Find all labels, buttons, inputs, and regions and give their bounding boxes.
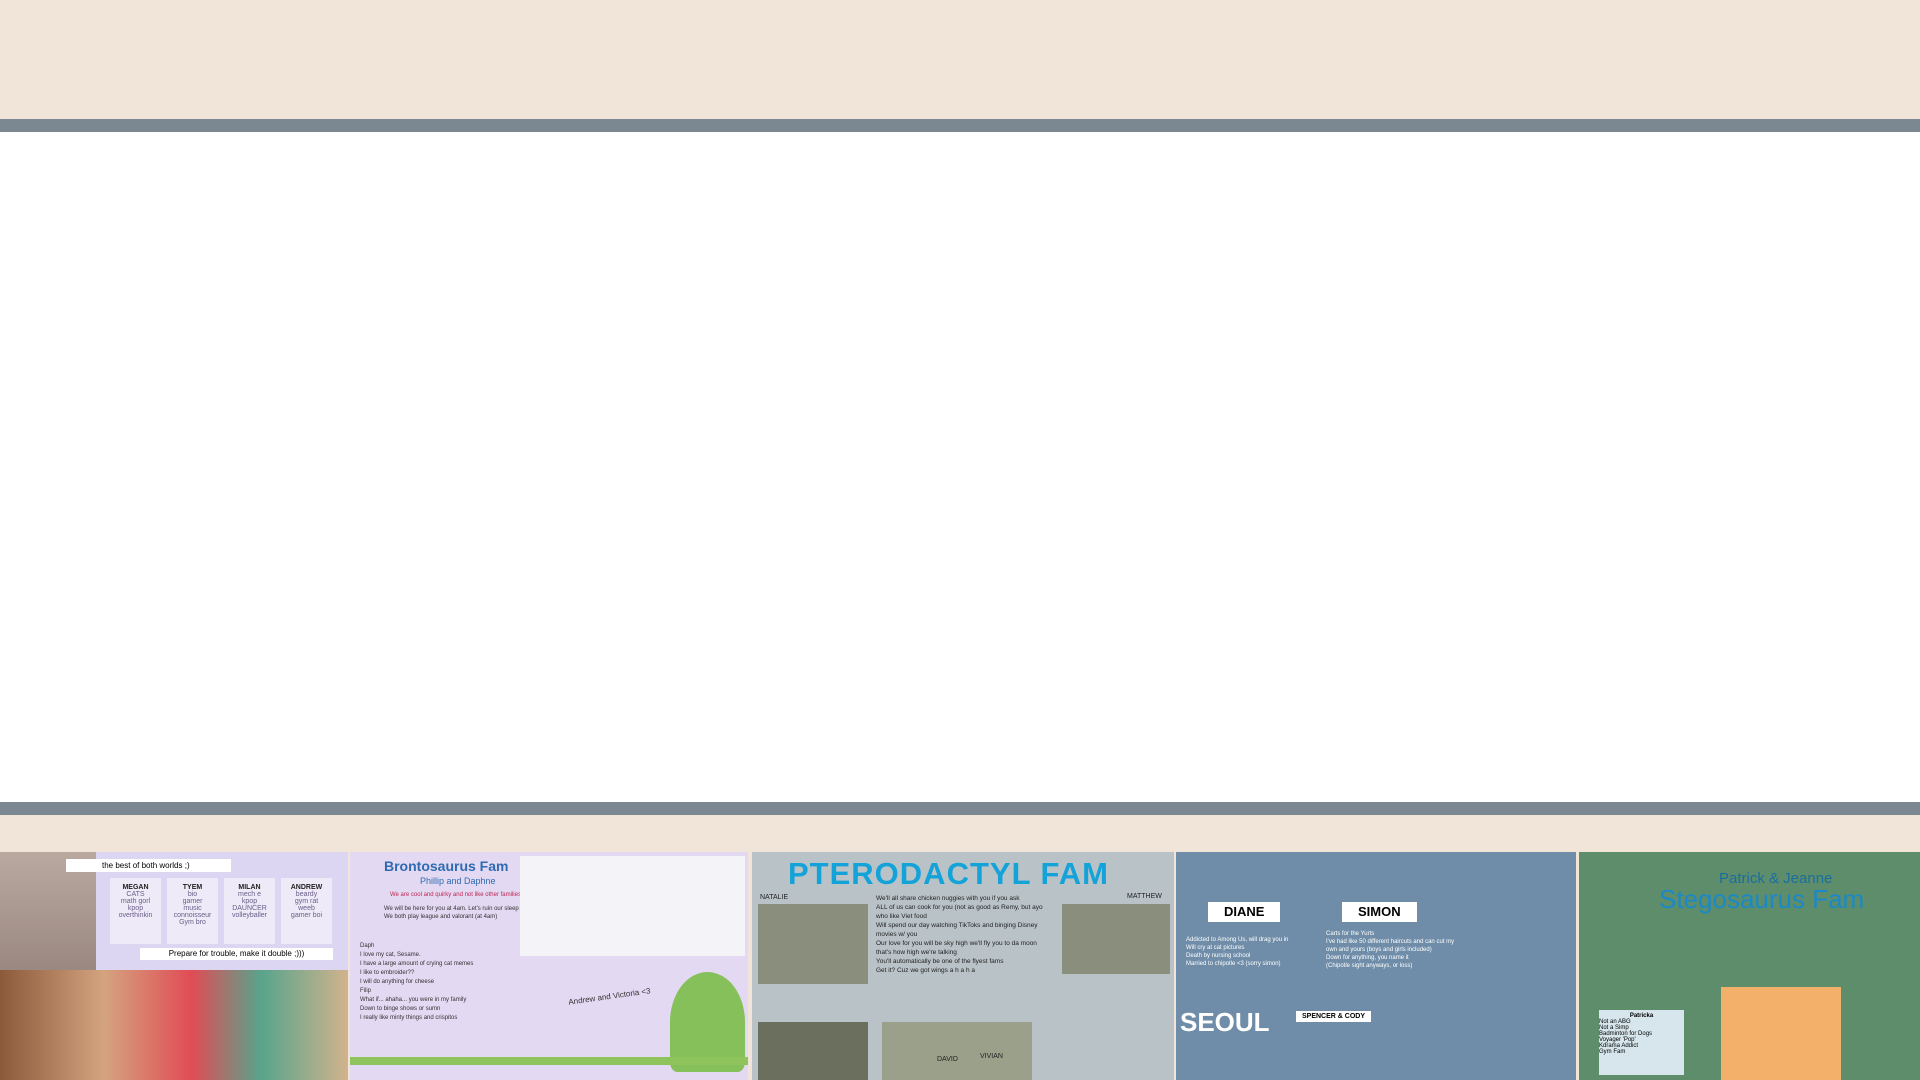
body-line: Get it? Cuz we got wings a h a h a (876, 967, 975, 974)
name-label: SIMON (1342, 902, 1417, 922)
top-divider (0, 119, 1920, 132)
slide-thumbnail-5[interactable]: Patrick & Jeanne Stegosaurus Fam Patrick… (1579, 852, 1920, 1080)
body-line: We'll all share chicken nuggies with you… (876, 895, 1020, 902)
note-line: What if... ahaha... you were in my famil… (360, 997, 467, 1003)
bio-line: Married to chipotle <3 (sorry simon) (1186, 961, 1281, 967)
stegosaurus-photo (1721, 987, 1841, 1080)
bio-line: Down for anything, you name it (1326, 955, 1409, 961)
slide-thumbnail-3[interactable]: PTERODACTYL FAM NATALIE MATTHEW We'll al… (752, 852, 1174, 1080)
group-photo (0, 970, 348, 1080)
member-trait: math gorl (120, 898, 151, 905)
note-line: I really like minty things and crispitos (360, 1015, 458, 1021)
note-line: Daph (360, 943, 375, 949)
slide-caption: Andrew and Victoria <3 (567, 986, 652, 1007)
member-name: TYEM (182, 884, 203, 891)
note-line: Down to binge shows or sumn (360, 1006, 441, 1012)
slide-notes: Daph I love my cat, Sesame. I have a lar… (360, 942, 473, 1023)
slide-body: We'll all share chicken nuggies with you… (876, 894, 1046, 975)
slide-thumbnail-1[interactable]: the best of both worlds ;) MEGAN CATS ma… (0, 852, 348, 1080)
slide-tagline: the best of both worlds ;) (66, 859, 231, 872)
bio-line: Carts for the Yurts (1326, 931, 1375, 937)
slide-subtitle: Phillip and Daphne (420, 876, 496, 886)
member-trait: gym rat (294, 898, 319, 905)
member-trait: gamer boi (290, 912, 323, 919)
member-trait: kpop (241, 898, 258, 905)
slide-filmstrip: the best of both worlds ;) MEGAN CATS ma… (0, 852, 1920, 1080)
name-label: MATTHEW (1127, 893, 1162, 900)
member-cards: MEGAN CATS math gorl kpop overthinkin TY… (110, 878, 332, 944)
grass-band (350, 1057, 748, 1065)
name-label: VIVIAN (980, 1053, 1003, 1060)
note-line: I have a large amount of crying cat meme… (360, 961, 474, 967)
member-card: MILAN mech e kpop DAUNCER volleyballer (224, 878, 275, 944)
member-trait: overthinkin (118, 912, 153, 919)
bio-line: Addicted to Among Us, will drag you in (1186, 937, 1289, 943)
photo (1062, 904, 1170, 974)
bio-text: Addicted to Among Us, will drag you in W… (1186, 936, 1288, 968)
bottom-divider (0, 802, 1920, 815)
name-label: DAVID (937, 1056, 958, 1063)
slide-thumbnail-2[interactable]: Brontosaurus Fam Phillip and Daphne We a… (350, 852, 748, 1080)
info-card: Patricka Not an ABG Not a Simp Badminton… (1599, 1010, 1684, 1075)
body-line: Our love for you will be sky high we'll … (876, 940, 1037, 956)
photo (882, 1022, 1032, 1080)
card-item: Gym Fam (1599, 1049, 1626, 1055)
name-label: DIANE (1208, 902, 1281, 922)
member-trait: Gym bro (179, 919, 206, 926)
member-trait: mech e (238, 891, 261, 898)
photo (758, 904, 868, 984)
member-trait: volleyballer (231, 912, 268, 919)
top-band (0, 0, 1920, 119)
member-name: ANDREW (290, 884, 323, 891)
slide-motto: Prepare for trouble, make it double ;))) (140, 948, 333, 960)
body-line: You'll automatically be one of the flyes… (876, 958, 1004, 965)
member-trait: connoisseur (173, 912, 212, 919)
slide-text: We are cool and quirky and not like othe… (390, 892, 521, 898)
body-line: ALL of us can cook for you (not as good … (876, 904, 1043, 920)
note-line: I will do anything for cheese (360, 979, 435, 985)
member-card: ANDREW beardy gym rat weeb gamer boi (281, 878, 332, 944)
note-line: Filip (360, 988, 372, 994)
bio-line: Death by nursing school (1186, 953, 1251, 959)
member-card: MEGAN CATS math gorl kpop overthinkin (110, 878, 161, 944)
seoul-label: SEOUL (1180, 1007, 1270, 1037)
bio-line: I've had like 50 different haircuts and … (1326, 939, 1455, 953)
member-trait: CATS (126, 891, 145, 898)
dinosaur-illustration (520, 856, 745, 956)
bio-line: Will cry at cat pictures (1186, 945, 1245, 951)
slide-text: We both play league and valorant (at 4am… (384, 914, 498, 920)
member-name: MILAN (238, 884, 261, 891)
slide-title: PTERODACTYL FAM (788, 856, 1109, 891)
note-line: I like to embroider?? (360, 970, 415, 976)
member-trait: weeb (298, 905, 315, 912)
member-trait: beardy (295, 891, 318, 898)
member-trait: kpop (127, 905, 144, 912)
name-label: SPENCER & CODY (1296, 1011, 1372, 1022)
member-trait: DAUNCER (232, 905, 267, 912)
photo (758, 1022, 868, 1080)
member-trait: gamer (182, 898, 203, 905)
bio-text: Carts for the Yurts I've had like 50 dif… (1326, 930, 1456, 970)
body-line: Will spend our day watching TikToks and … (876, 922, 1038, 938)
bio-line: (Chipotle sight anyways, or loss) (1326, 963, 1413, 969)
name-label: NATALIE (760, 894, 789, 901)
member-trait: music (183, 905, 202, 912)
blank-content-area (0, 132, 1920, 802)
member-card: TYEM bio gamer music connoisseur Gym bro (167, 878, 218, 944)
slide-title: Brontosaurus Fam (384, 858, 509, 874)
slide-title: Stegosaurus Fam (1659, 884, 1865, 914)
member-trait: bio (187, 891, 198, 898)
note-line: I love my cat, Sesame. (360, 952, 421, 958)
slide-thumbnail-4[interactable]: DIANE SIMON Addicted to Among Us, will d… (1176, 852, 1576, 1080)
member-name: MEGAN (122, 884, 149, 891)
